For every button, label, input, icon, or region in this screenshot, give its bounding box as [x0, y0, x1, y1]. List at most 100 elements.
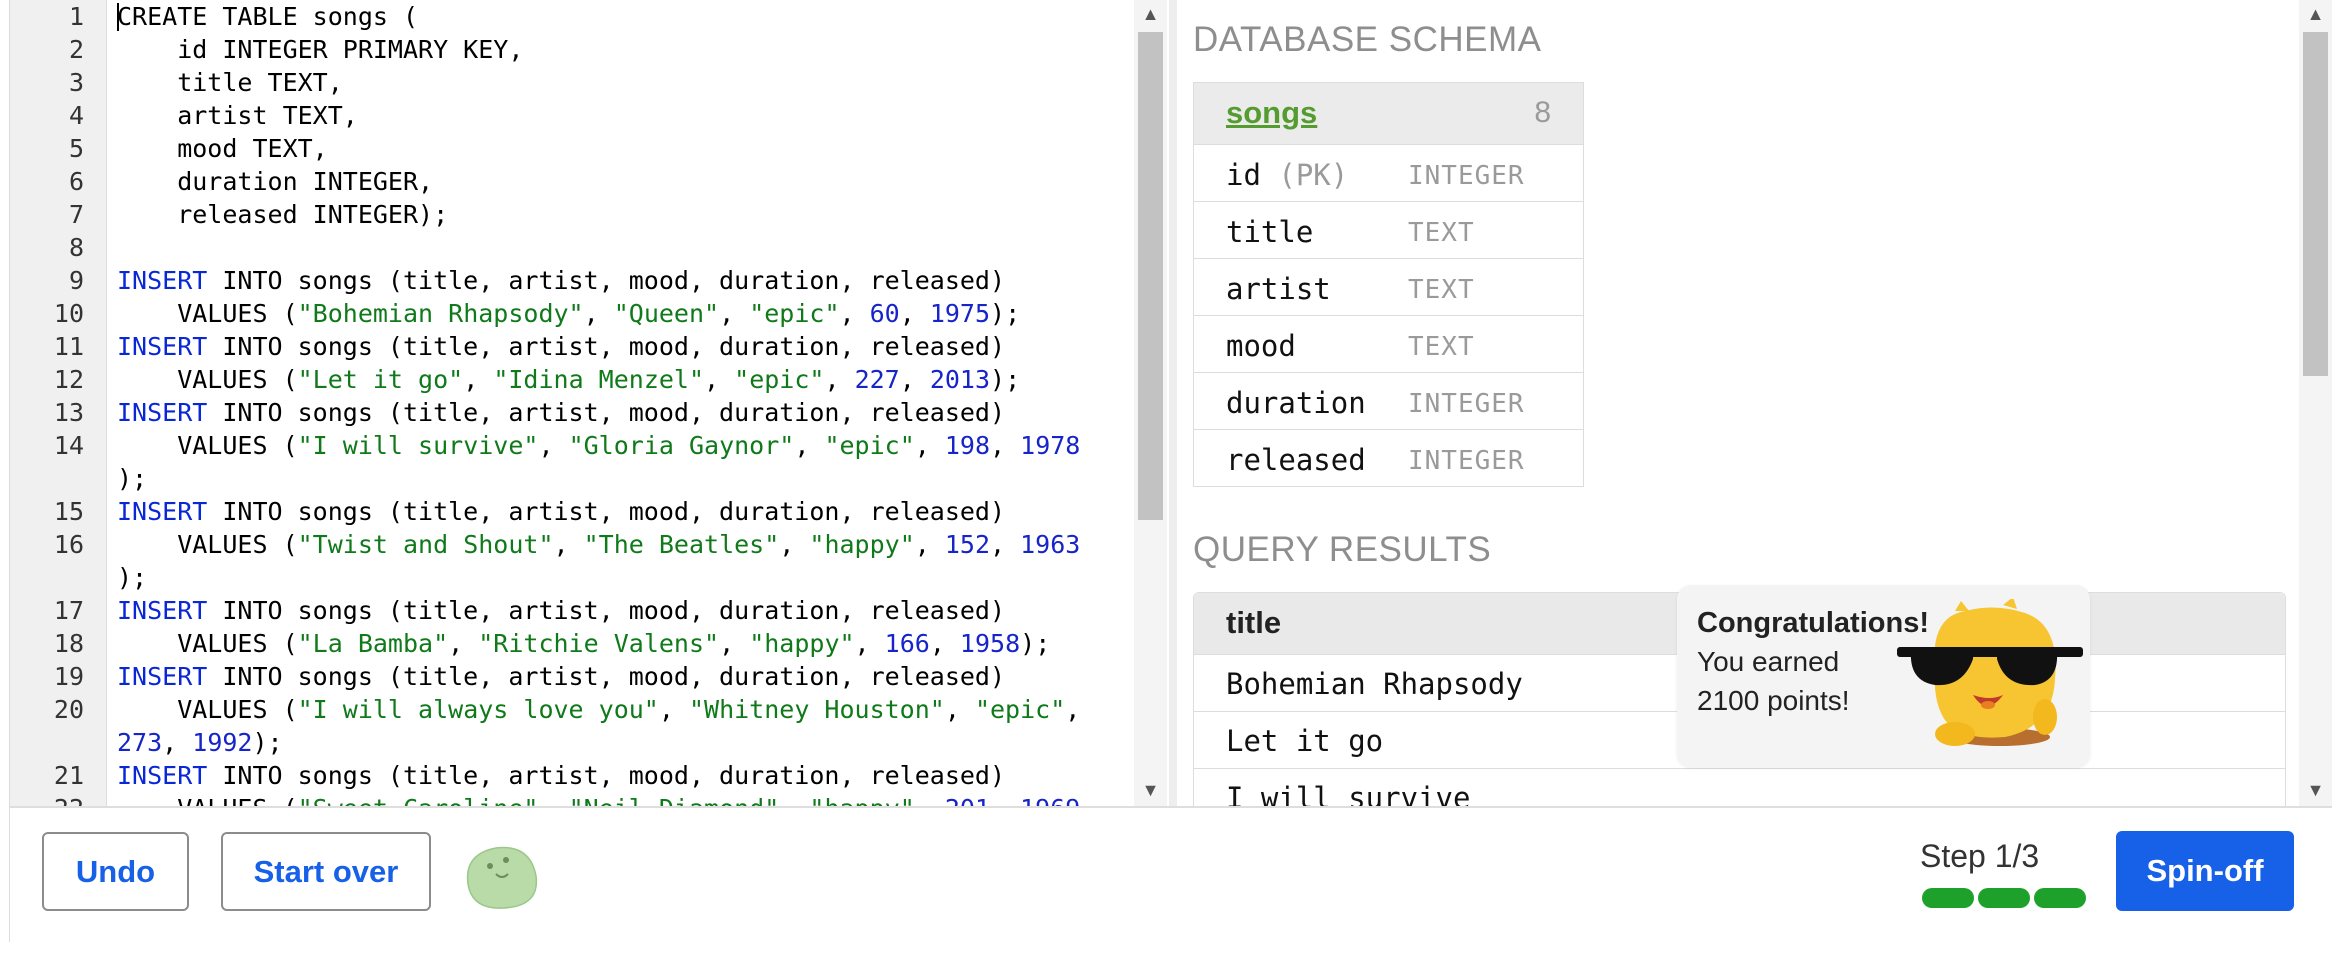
code-token: ,: [914, 431, 945, 460]
congratulations-popup: Congratulations! You earned 2100 points!: [1677, 585, 2090, 767]
code-line[interactable]: VALUES ("La Bamba", "Ritchie Valens", "h…: [117, 627, 1050, 660]
line-number: 13: [53, 398, 84, 427]
line-number: 22: [10, 792, 84, 806]
sql-string: "epic": [734, 365, 825, 394]
code-token: ,: [899, 299, 930, 328]
code-line[interactable]: INSERT INTO songs (title, artist, mood, …: [117, 759, 1005, 792]
sql-string: "Queen": [613, 299, 720, 328]
code-token: VALUES (: [117, 299, 298, 328]
schema-column-type: TEXT: [1408, 332, 1475, 362]
code-line[interactable]: INSERT INTO songs (title, artist, mood, …: [117, 264, 1005, 297]
sql-string: "Let it go": [297, 365, 464, 394]
code-line[interactable]: released INTEGER);: [117, 198, 448, 231]
sql-number: 1992: [192, 728, 253, 757]
output-scroll-thumb[interactable]: [2303, 32, 2328, 376]
code-token: ,: [929, 629, 960, 658]
line-number: 2: [68, 35, 84, 64]
output-scrollbar[interactable]: ▲ ▼: [2299, 0, 2332, 806]
code-token: INTO songs (title, artist, mood, duratio…: [207, 266, 1006, 295]
popup-message-line1: You earned: [1697, 646, 1840, 677]
schema-column-row: id (PK) INTEGER: [1194, 144, 1583, 201]
code-line[interactable]: duration INTEGER,: [117, 165, 433, 198]
sql-string: "epic": [749, 299, 840, 328]
sql-number: 273: [117, 728, 163, 757]
code-line[interactable]: artist TEXT,: [117, 99, 358, 132]
code-token: INTO songs (title, artist, mood, duratio…: [207, 662, 1006, 691]
scroll-up-arrow-icon[interactable]: ▲: [1134, 0, 1167, 28]
results-section-title: QUERY RESULTS: [1193, 530, 1492, 569]
scroll-down-arrow-icon[interactable]: ▼: [1134, 776, 1167, 804]
code-line[interactable]: VALUES ("Bohemian Rhapsody", "Queen", "e…: [117, 297, 1020, 330]
code-line[interactable]: VALUES ("Let it go", "Idina Menzel", "ep…: [117, 363, 1020, 396]
sql-number: 201: [945, 794, 990, 806]
green-blob-avatar-icon[interactable]: [460, 840, 540, 912]
code-token: ,: [794, 431, 825, 460]
code-token: ,: [553, 530, 584, 559]
sql-number: 227: [854, 365, 900, 394]
code-token: ,: [944, 695, 975, 724]
text-cursor: [117, 3, 119, 31]
undo-button[interactable]: Undo: [42, 832, 189, 911]
code-line[interactable]: title TEXT,: [117, 66, 343, 99]
sql-number: 60: [869, 299, 900, 328]
code-token: );: [252, 728, 283, 757]
pane-divider[interactable]: [1169, 0, 1177, 806]
code-line[interactable]: 273, 1992);: [117, 726, 283, 759]
line-number: 5: [68, 134, 84, 163]
code-token: CREATE TABLE songs (: [117, 2, 419, 31]
line-number: 6: [68, 167, 84, 196]
code-line[interactable]: );: [117, 561, 147, 594]
code-editor[interactable]: 12345678910111213141516171819202122 CREA…: [10, 0, 1134, 806]
sql-string: "The Beatles": [583, 530, 780, 559]
code-token: ,: [990, 794, 1020, 806]
code-line[interactable]: VALUES ("Twist and Shout", "The Beatles"…: [117, 528, 1080, 561]
schema-table-name-link[interactable]: songs: [1226, 95, 1317, 131]
schema-column-type: INTEGER: [1408, 389, 1525, 419]
sql-keyword: INSERT: [117, 761, 208, 790]
code-line[interactable]: mood TEXT,: [117, 132, 328, 165]
line-number: 9: [68, 266, 84, 295]
line-number: 8: [68, 233, 84, 262]
code-token: artist TEXT,: [117, 101, 358, 130]
sql-string: "Whitney Houston": [688, 695, 945, 724]
line-number-gutter: 12345678910111213141516171819202122: [10, 0, 107, 806]
code-line[interactable]: INSERT INTO songs (title, artist, mood, …: [117, 330, 1005, 363]
sql-string: "Sweet Caroline": [298, 794, 539, 806]
line-number: 3: [68, 68, 84, 97]
code-line[interactable]: CREATE TABLE songs (: [117, 0, 418, 33]
scroll-up-arrow-icon[interactable]: ▲: [2299, 0, 2332, 28]
code-token: VALUES (: [117, 794, 297, 806]
code-line[interactable]: VALUES ("I will survive", "Gloria Gaynor…: [117, 429, 1080, 462]
code-token: id INTEGER PRIMARY KEY,: [117, 35, 524, 64]
sql-app: 12345678910111213141516171819202122 CREA…: [9, 0, 2332, 942]
line-number: 19: [53, 662, 84, 691]
code-token: ,: [779, 794, 809, 806]
code-line[interactable]: VALUES ("Sweet Caroline", "Neil Diamond"…: [117, 792, 1080, 806]
code-line[interactable]: INSERT INTO songs (title, artist, mood, …: [117, 660, 1005, 693]
code-area[interactable]: CREATE TABLE songs ( id INTEGER PRIMARY …: [117, 0, 1127, 806]
spin-off-button[interactable]: Spin-off: [2116, 831, 2294, 911]
code-line[interactable]: VALUES ("I will always love you", "Whitn…: [117, 693, 1080, 726]
schema-column-row: mood TEXT: [1194, 315, 1583, 372]
sql-string: "Gloria Gaynor": [568, 431, 795, 460]
code-token: ,: [854, 629, 885, 658]
editor-scroll-thumb[interactable]: [1138, 32, 1163, 520]
code-line[interactable]: INSERT INTO songs (title, artist, mood, …: [117, 495, 1005, 528]
code-line[interactable]: INSERT INTO songs (title, artist, mood, …: [117, 396, 1005, 429]
scroll-down-arrow-icon[interactable]: ▼: [2299, 776, 2332, 804]
code-line[interactable]: );: [117, 462, 147, 495]
line-number: 21: [53, 761, 84, 790]
editor-scrollbar[interactable]: ▲ ▼: [1134, 0, 1167, 806]
code-line[interactable]: id INTEGER PRIMARY KEY,: [117, 33, 523, 66]
code-token: ,: [824, 365, 855, 394]
start-over-button[interactable]: Start over: [221, 832, 431, 911]
schema-columns: id (PK) INTEGER title TEXT artist TEXT mood TEX…: [1194, 144, 1583, 486]
code-line[interactable]: INSERT INTO songs (title, artist, mood, …: [117, 594, 1005, 627]
schema-column-name: id (PK): [1226, 158, 1348, 192]
sql-keyword: INSERT: [117, 662, 208, 691]
code-token: );: [1020, 629, 1051, 658]
schema-table: songs 8 id (PK) INTEGER title TEXT artist TEX…: [1193, 82, 1584, 487]
column-name-text: duration: [1226, 386, 1366, 420]
sql-string: "happy": [749, 629, 855, 658]
code-token: ,: [915, 794, 945, 806]
